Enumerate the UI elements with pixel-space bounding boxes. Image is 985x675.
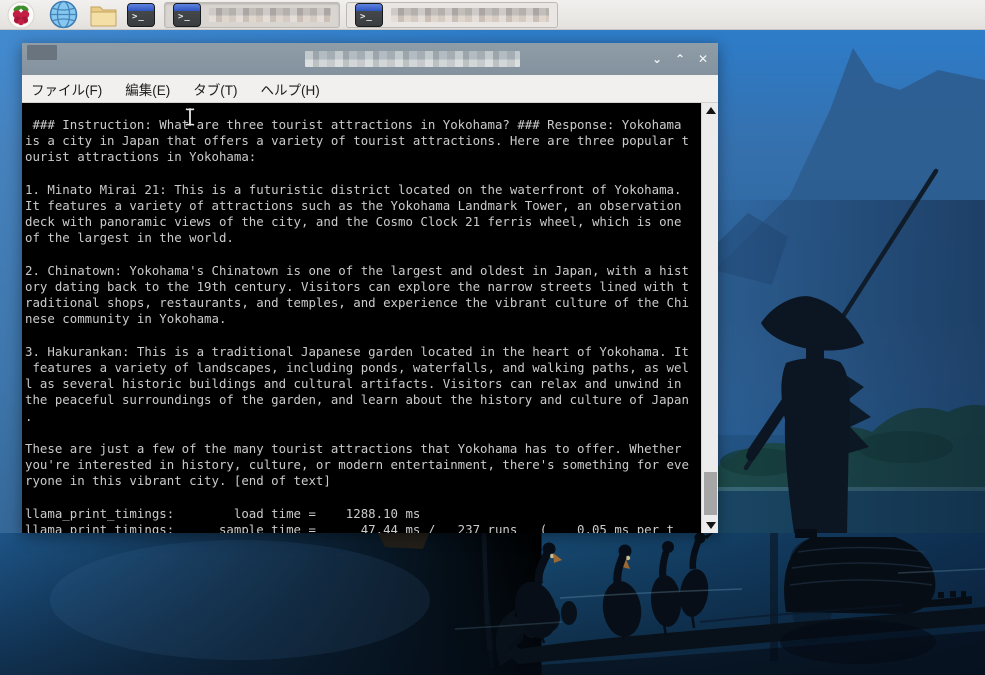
file-manager-icon[interactable]	[88, 0, 118, 30]
terminal-window: ⌄ ⌃ ✕ ファイル(F) 編集(E) タブ(T) ヘルプ(H) ### Ins…	[22, 43, 718, 533]
menubar: ファイル(F) 編集(E) タブ(T) ヘルプ(H)	[22, 75, 718, 103]
minimize-button[interactable]: ⌄	[650, 53, 664, 65]
terminal-icon	[173, 3, 201, 27]
taskbar	[0, 0, 985, 30]
menu-file[interactable]: ファイル(F)	[31, 79, 102, 99]
censored-window-title	[305, 51, 520, 67]
window-titlebar[interactable]: ⌄ ⌃ ✕	[22, 43, 718, 75]
raspberry-menu-icon[interactable]	[6, 0, 36, 30]
lantern-blur	[377, 531, 430, 549]
censored-window-title	[391, 8, 549, 22]
web-browser-icon[interactable]	[48, 0, 78, 30]
maximize-button[interactable]: ⌃	[673, 53, 687, 65]
window-controls: ⌄ ⌃ ✕	[650, 43, 710, 75]
terminal-icon	[355, 3, 383, 27]
desktop: ⌄ ⌃ ✕ ファイル(F) 編集(E) タブ(T) ヘルプ(H) ### Ins…	[0, 0, 985, 675]
censored-window-title	[209, 8, 331, 22]
menu-help[interactable]: ヘルプ(H)	[261, 79, 320, 99]
scroll-up-button[interactable]	[702, 103, 718, 118]
scroll-down-button[interactable]	[702, 518, 718, 533]
close-button[interactable]: ✕	[696, 53, 710, 65]
taskbar-window-button-terminal-2[interactable]	[346, 2, 558, 28]
scrollbar-thumb[interactable]	[704, 472, 717, 515]
terminal-text: ### Instruction: What are three tourist …	[25, 117, 701, 533]
window-icon	[27, 45, 57, 60]
menu-tabs[interactable]: タブ(T)	[193, 79, 237, 99]
taskbar-window-button-terminal-1[interactable]	[164, 2, 340, 28]
menu-edit[interactable]: 編集(E)	[125, 79, 170, 99]
terminal-launcher-icon[interactable]	[126, 0, 156, 30]
scrollbar[interactable]	[701, 103, 718, 533]
terminal-output[interactable]: ### Instruction: What are three tourist …	[22, 103, 718, 533]
terminal-icon	[127, 3, 155, 27]
